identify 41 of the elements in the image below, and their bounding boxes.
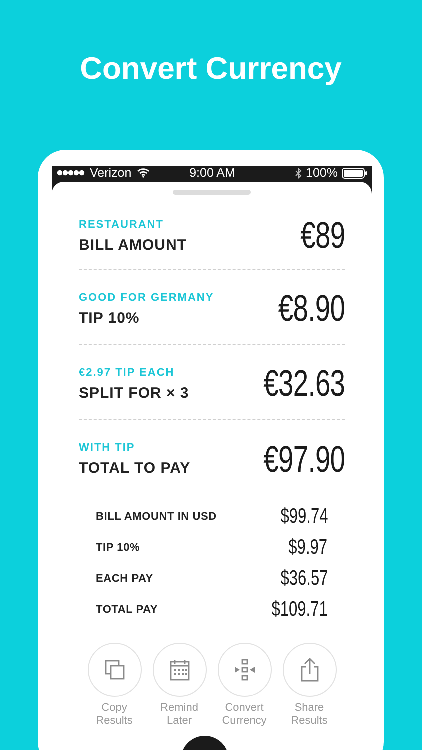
drag-handle[interactable] [173, 190, 251, 195]
detail-label: EACH PAY [96, 572, 154, 584]
battery-icon [342, 168, 368, 178]
action-label: Copy Results [95, 702, 134, 728]
detail-amount: $36.57 [280, 566, 328, 590]
detail-label: BILL AMOUNT IN USD [96, 510, 217, 522]
result-amount: €89 [300, 215, 345, 257]
result-label: BILL AMOUNT [79, 236, 187, 254]
result-amount: €32.63 [263, 363, 345, 405]
action-button[interactable] [218, 643, 272, 697]
transfer-icon [232, 659, 256, 681]
caption: RESTAURANT [79, 218, 165, 230]
bluetooth-icon [295, 168, 302, 178]
caption: GOOD FOR GERMANY [79, 292, 214, 304]
carrier-name: Verizon [90, 166, 132, 180]
headline: Convert Currency [80, 51, 342, 87]
action-button[interactable] [88, 643, 142, 697]
result-label: SPLIT FOR × 3 [79, 384, 190, 402]
result-label: TIP 10% [79, 310, 141, 326]
result-amount: €8.90 [278, 288, 345, 330]
detail-amount: $109.71 [272, 598, 328, 622]
copy-icon [104, 659, 126, 681]
caption: WITH TIP [79, 442, 136, 454]
action-label: Convert Currency [221, 702, 268, 728]
action-button[interactable] [282, 643, 336, 697]
detail-label: TIP 10% [96, 542, 140, 554]
result-label: TOTAL TO PAY [79, 460, 191, 477]
detail-amount: $99.74 [280, 504, 328, 528]
battery-level: 100% [306, 166, 338, 180]
action-label: Share Results [290, 702, 329, 728]
action-label: Remind Later [160, 702, 200, 728]
calendar-icon [170, 659, 190, 681]
share-icon [300, 658, 320, 682]
clock-time: 9:00 AM [190, 166, 236, 180]
action-button[interactable] [152, 643, 206, 697]
detail-label: TOTAL PAY [96, 604, 158, 616]
caption: €2.97 TIP EACH [79, 366, 176, 378]
signal-icon [57, 170, 85, 176]
detail-amount: $9.97 [289, 536, 328, 560]
wifi-icon [136, 168, 150, 178]
result-amount: €97.90 [263, 438, 345, 480]
